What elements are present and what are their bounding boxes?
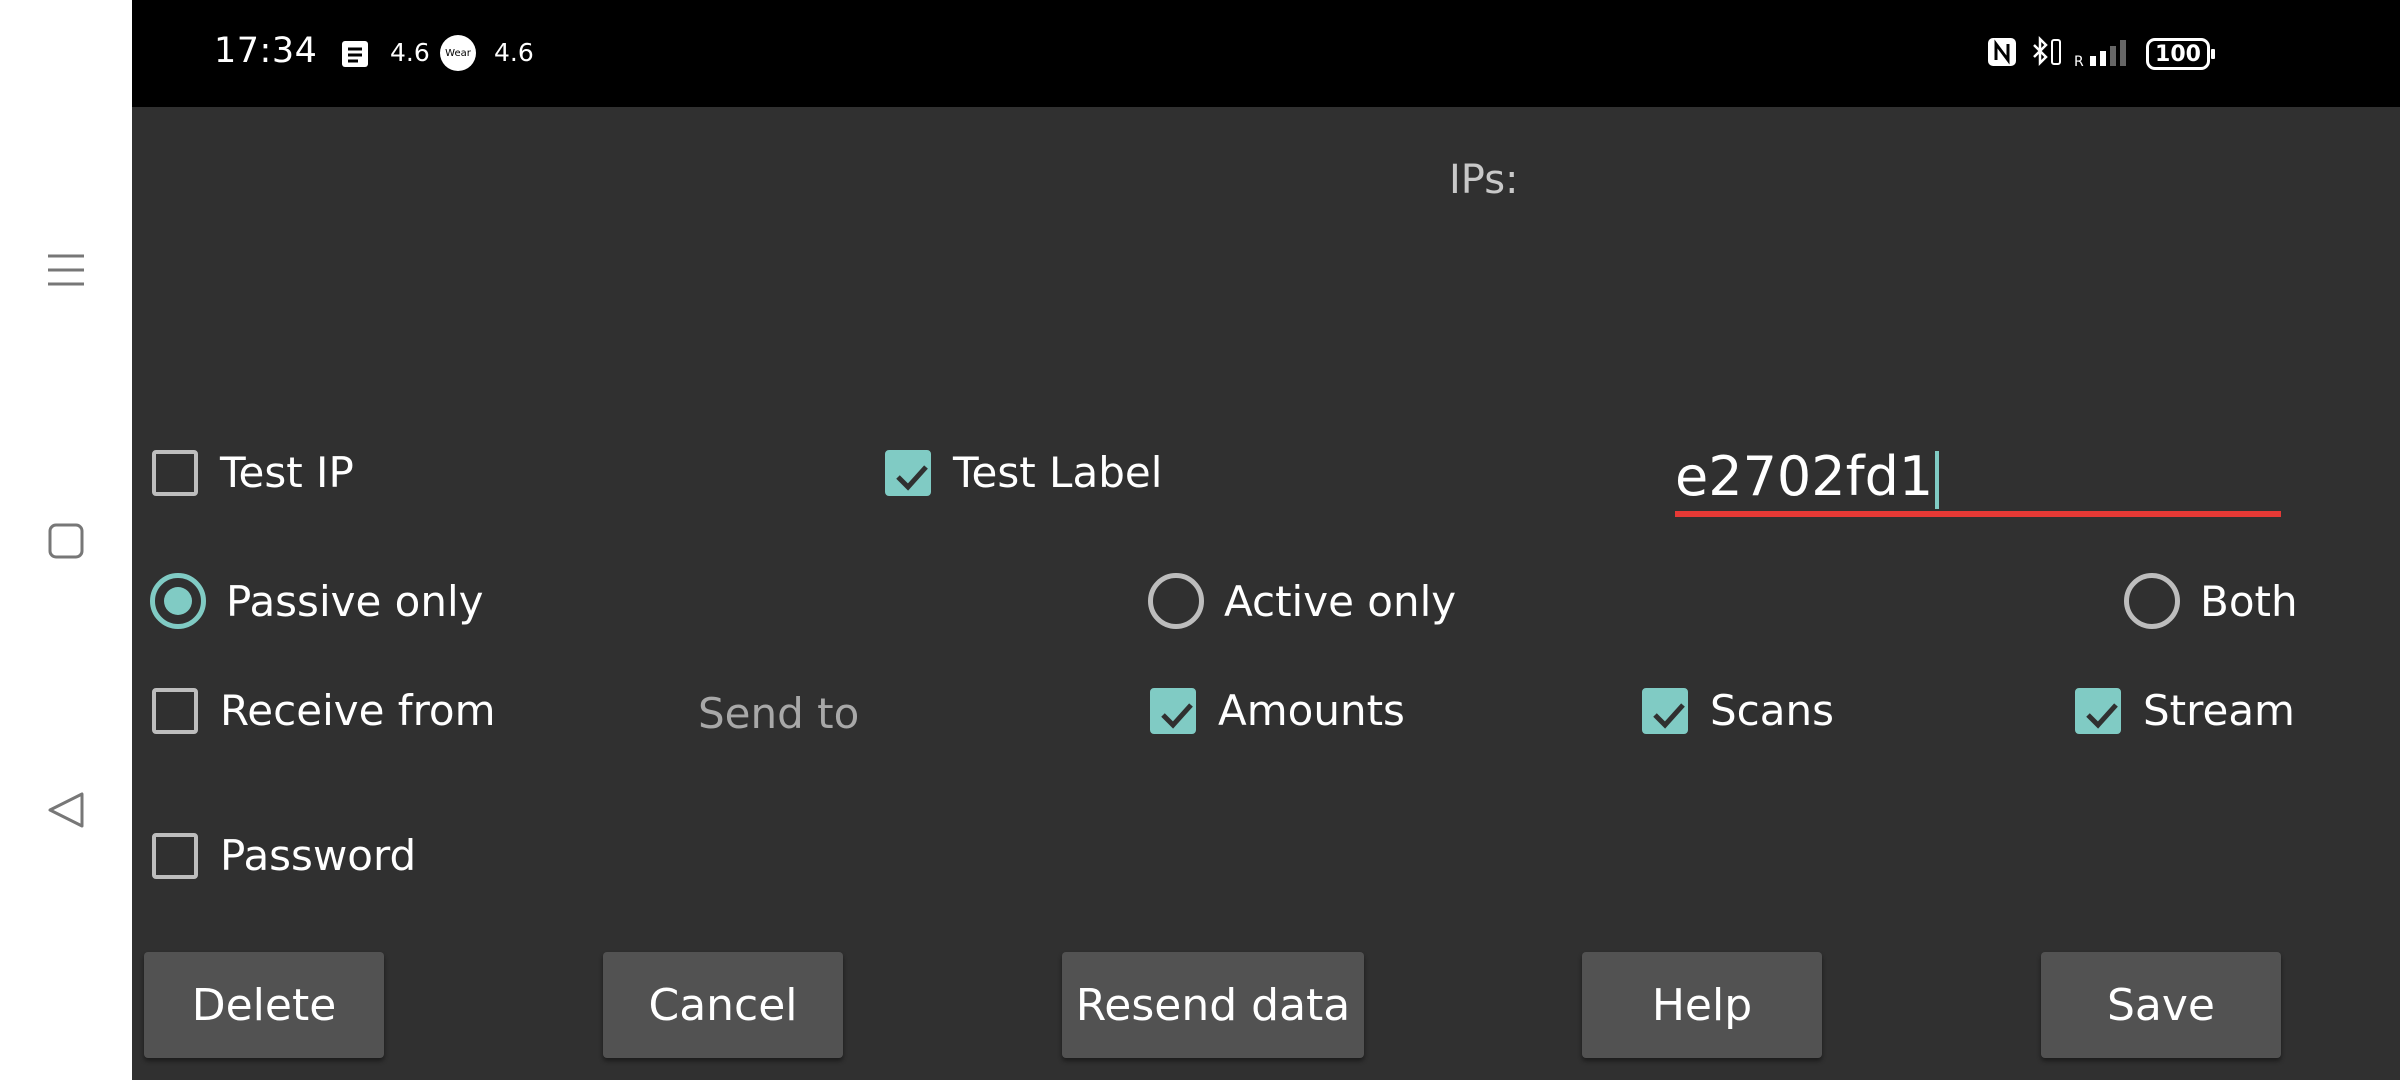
battery-level: 100 bbox=[2155, 41, 2201, 67]
status-speed-1: 4.6 bbox=[390, 38, 430, 67]
notification-icon bbox=[340, 39, 370, 73]
label-input-value: e2702fd1 bbox=[1675, 445, 1940, 510]
amounts-label: Amounts bbox=[1218, 686, 1405, 735]
radio-circle[interactable] bbox=[1148, 573, 1204, 629]
test-label-label: Test Label bbox=[953, 448, 1163, 497]
signal-icon: R bbox=[2074, 36, 2136, 72]
wear-icon: Wear bbox=[440, 35, 476, 71]
save-button[interactable]: Save bbox=[2041, 952, 2281, 1058]
checkbox-box[interactable] bbox=[1642, 687, 1688, 734]
checkbox-box[interactable] bbox=[152, 832, 198, 879]
label-input-text: e2702fd1 bbox=[1675, 445, 1934, 508]
nfc-icon bbox=[1986, 36, 2018, 72]
text-caret bbox=[1935, 451, 1940, 510]
test-ip-checkbox[interactable]: Test IP bbox=[152, 448, 354, 497]
status-time: 17:34 bbox=[214, 31, 318, 71]
help-button[interactable]: Help bbox=[1582, 952, 1822, 1058]
cancel-button[interactable]: Cancel bbox=[603, 952, 843, 1058]
svg-text:R: R bbox=[2074, 54, 2084, 68]
checkbox-box[interactable] bbox=[1150, 687, 1196, 734]
scans-label: Scans bbox=[1710, 686, 1834, 735]
back-triangle-icon[interactable] bbox=[36, 780, 96, 840]
checkbox-box[interactable] bbox=[2075, 687, 2121, 734]
password-label: Password bbox=[220, 831, 417, 880]
resend-data-button[interactable]: Resend data bbox=[1062, 952, 1364, 1058]
scans-checkbox[interactable]: Scans bbox=[1642, 686, 1834, 735]
radio-passive-only-label: Passive only bbox=[226, 576, 484, 626]
radio-circle[interactable] bbox=[150, 573, 206, 629]
receive-from-checkbox[interactable]: Receive from bbox=[152, 686, 496, 735]
status-bar: 17:34 4.6 Wear 4.6 R 100 bbox=[132, 0, 2400, 107]
radio-circle[interactable] bbox=[2124, 573, 2180, 629]
wear-badge-text: Wear bbox=[445, 47, 471, 59]
battery-icon: 100 bbox=[2146, 38, 2215, 70]
test-label-checkbox[interactable]: Test Label bbox=[885, 448, 1162, 497]
settings-form: IPs: Test IP Test Label e2702fd1 Passive… bbox=[132, 107, 2400, 1080]
password-checkbox[interactable]: Password bbox=[152, 831, 416, 880]
status-speed-2: 4.6 bbox=[494, 38, 534, 67]
receive-from-label: Receive from bbox=[220, 686, 496, 735]
send-to-label: Send to bbox=[698, 689, 860, 738]
home-square-icon[interactable] bbox=[36, 511, 96, 571]
stream-label: Stream bbox=[2143, 686, 2295, 735]
radio-passive-only[interactable]: Passive only bbox=[150, 573, 484, 629]
checkbox-box[interactable] bbox=[885, 449, 931, 496]
system-navigation-bar bbox=[0, 0, 132, 1080]
checkbox-box[interactable] bbox=[152, 687, 198, 734]
radio-active-only[interactable]: Active only bbox=[1148, 573, 1456, 629]
bluetooth-icon bbox=[2028, 34, 2064, 74]
ips-label: IPs: bbox=[1449, 157, 1519, 203]
radio-both[interactable]: Both bbox=[2124, 573, 2298, 629]
menu-icon[interactable] bbox=[36, 240, 96, 300]
radio-active-only-label: Active only bbox=[1224, 576, 1457, 626]
checkbox-box[interactable] bbox=[152, 449, 198, 496]
input-underline bbox=[1675, 511, 2281, 517]
delete-button[interactable]: Delete bbox=[144, 952, 384, 1058]
test-ip-label: Test IP bbox=[220, 448, 354, 497]
stream-checkbox[interactable]: Stream bbox=[2075, 686, 2295, 735]
radio-both-label: Both bbox=[2200, 576, 2298, 626]
amounts-checkbox[interactable]: Amounts bbox=[1150, 686, 1405, 735]
label-input[interactable]: e2702fd1 bbox=[1675, 437, 2281, 517]
status-right-icons: R 100 bbox=[1986, 34, 2215, 74]
